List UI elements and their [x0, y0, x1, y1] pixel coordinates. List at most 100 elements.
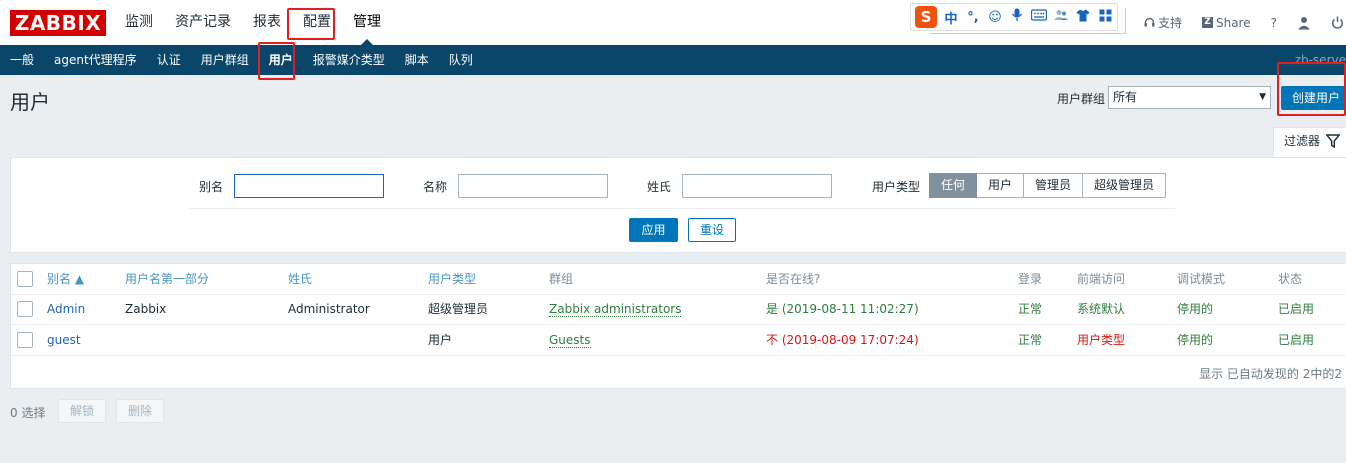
- user-type: 用户: [428, 333, 453, 347]
- users-table: 别名 ▲ 用户名第一部分 姓氏 用户类型 群组 是否在线? 登录 前端访问 调试…: [10, 263, 1346, 389]
- header-surname[interactable]: 姓氏: [288, 264, 312, 295]
- sub-menu-scripts[interactable]: 脚本: [395, 45, 439, 75]
- user-type-super-admin[interactable]: 超级管理员: [1083, 173, 1167, 198]
- sub-menu-general[interactable]: 一般: [0, 45, 44, 75]
- header-debug-mode: 调试模式: [1177, 272, 1226, 286]
- share-label: Share: [1215, 15, 1251, 30]
- row-checkbox[interactable]: [17, 332, 33, 348]
- create-user-button[interactable]: 创建用户: [1281, 86, 1346, 110]
- header-user-type[interactable]: 用户类型: [428, 264, 476, 295]
- sub-menu-media-types[interactable]: 报警媒介类型: [303, 45, 395, 75]
- sub-menu-user-groups[interactable]: 用户群组: [191, 45, 259, 75]
- support-link[interactable]: 支持: [1134, 14, 1192, 31]
- user-status[interactable]: 已启用: [1278, 294, 1314, 325]
- header-groups: 群组: [549, 272, 574, 286]
- emoji-icon[interactable]: ☺: [987, 10, 1003, 25]
- user-online-status: 是 (2019-08-11 11:02:27): [766, 302, 919, 316]
- chinese-mode-icon[interactable]: 中: [943, 8, 959, 27]
- filter-funnel-icon: [1326, 134, 1340, 148]
- row-checkbox[interactable]: [17, 301, 33, 317]
- alias-filter-input[interactable]: [234, 174, 384, 198]
- reset-filter-button[interactable]: 重设: [688, 218, 736, 242]
- user-name: Zabbix: [125, 302, 167, 316]
- user-status[interactable]: 已启用: [1278, 325, 1314, 356]
- header-status: 状态: [1278, 272, 1303, 286]
- unblock-button[interactable]: 解锁: [58, 399, 106, 423]
- filter-panel: 别名 名称 姓氏 用户类型 任何 用户 管理员 超级管理员 应用 重设: [10, 157, 1346, 253]
- filter-tab[interactable]: 过滤器: [1273, 127, 1346, 158]
- user-group-select[interactable]: 所有 ▼: [1108, 86, 1271, 109]
- name-filter-label: 名称: [423, 180, 448, 194]
- user-debug-mode[interactable]: 停用的: [1177, 325, 1213, 356]
- sub-menu: 一般 agent代理程序 认证 用户群组 用户 报警媒介类型 脚本 队列: [0, 45, 1346, 75]
- user-frontend-access[interactable]: 用户类型: [1077, 325, 1125, 356]
- power-logout-icon[interactable]: [1321, 16, 1346, 29]
- user-surname: Administrator: [288, 302, 370, 316]
- keyboard-icon[interactable]: [1030, 9, 1048, 25]
- user-type-filter-label: 用户类型: [872, 180, 921, 194]
- sub-menu-users[interactable]: 用户: [259, 45, 303, 75]
- header-name[interactable]: 用户名第一部分: [125, 264, 209, 295]
- share-link[interactable]: Z Share: [1192, 16, 1261, 30]
- microphone-icon[interactable]: [1009, 8, 1025, 26]
- filter-tab-label: 过滤器: [1284, 134, 1321, 148]
- apply-filter-button[interactable]: 应用: [629, 218, 678, 242]
- table-header-row: 别名 ▲ 用户名第一部分 姓氏 用户类型 群组 是否在线? 登录 前端访问 调试…: [11, 264, 1346, 295]
- sub-menu-queue[interactable]: 队列: [439, 45, 483, 75]
- top-menu-configuration[interactable]: 配置: [292, 0, 342, 45]
- top-bar: ZABBIX 监测 资产记录 报表 配置 管理 S 中 °, ☺ 支持 Z Sh…: [0, 0, 1346, 46]
- select-all-checkbox[interactable]: [17, 271, 33, 287]
- user-group-value: 所有: [1113, 90, 1138, 104]
- user-online-status: 不 (2019-08-09 17:07:24): [766, 333, 919, 347]
- user-groups: Zabbix administrators: [549, 294, 682, 325]
- user-type: 超级管理员: [428, 302, 489, 316]
- dropdown-arrow-icon: ▼: [1259, 92, 1266, 102]
- top-menu: 监测 资产记录 报表 配置 管理: [114, 0, 392, 46]
- delete-button[interactable]: 删除: [116, 399, 164, 423]
- punctuation-icon[interactable]: °,: [965, 10, 981, 25]
- top-menu-reports[interactable]: 报表: [242, 0, 292, 45]
- user-groups: Guests: [549, 325, 591, 356]
- skin-shirt-icon[interactable]: [1075, 9, 1091, 26]
- sogou-ime-icon[interactable]: S: [915, 6, 937, 28]
- help-button[interactable]: ?: [1261, 16, 1287, 30]
- user-alias-link[interactable]: Admin: [47, 294, 85, 325]
- header-online: 是否在线?: [766, 272, 821, 286]
- user-profile-icon[interactable]: [1287, 16, 1321, 30]
- user-frontend-access[interactable]: 系统默认: [1077, 294, 1125, 325]
- top-menu-monitoring[interactable]: 监测: [114, 0, 164, 45]
- user-group-link[interactable]: Guests: [549, 333, 591, 348]
- table-row: guest 用户 Guests 不 (2019-08-09 17:07:24) …: [11, 325, 1346, 356]
- zabbix-share-icon: Z: [1201, 17, 1213, 28]
- name-filter-input[interactable]: [458, 174, 608, 198]
- top-menu-administration[interactable]: 管理: [342, 0, 392, 46]
- user-login-status: 正常: [1018, 302, 1043, 316]
- user-type-user[interactable]: 用户: [977, 173, 1025, 198]
- user-type-any[interactable]: 任何: [929, 173, 978, 198]
- alias-filter-label: 别名: [199, 180, 224, 194]
- headset-icon: [1144, 17, 1155, 27]
- top-menu-inventory[interactable]: 资产记录: [164, 0, 242, 45]
- surname-filter-label: 姓氏: [647, 180, 672, 194]
- page-title: 用户: [10, 90, 50, 114]
- surname-filter-input[interactable]: [682, 174, 832, 198]
- server-name: zb-serve: [1294, 53, 1346, 67]
- user-group-link[interactable]: Zabbix administrators: [549, 302, 682, 317]
- user-login-status: 正常: [1018, 333, 1043, 347]
- user-type-segmented-control: 任何 用户 管理员 超级管理员: [929, 173, 1167, 198]
- sub-menu-proxies[interactable]: agent代理程序: [44, 45, 147, 75]
- ime-toolbar: S 中 °, ☺: [910, 3, 1118, 31]
- zabbix-logo[interactable]: ZABBIX: [10, 10, 106, 36]
- sub-menu-authentication[interactable]: 认证: [147, 45, 191, 75]
- toolbox-grid-icon[interactable]: [1097, 9, 1113, 26]
- header-alias[interactable]: 别名 ▲: [47, 264, 84, 295]
- user-debug-mode[interactable]: 停用的: [1177, 294, 1213, 325]
- top-right-tools: 支持 Z Share ?: [1134, 0, 1346, 45]
- user-alias-link[interactable]: guest: [47, 325, 81, 356]
- user-type-admin[interactable]: 管理员: [1024, 173, 1084, 198]
- selected-count: 0 选择: [10, 406, 46, 420]
- sub-menu-bar: 一般 agent代理程序 认证 用户群组 用户 报警媒介类型 脚本 队列 zb-…: [0, 45, 1346, 75]
- users-icon[interactable]: [1053, 9, 1069, 25]
- user-group-label: 用户群组: [1057, 92, 1106, 106]
- support-label: 支持: [1157, 16, 1182, 30]
